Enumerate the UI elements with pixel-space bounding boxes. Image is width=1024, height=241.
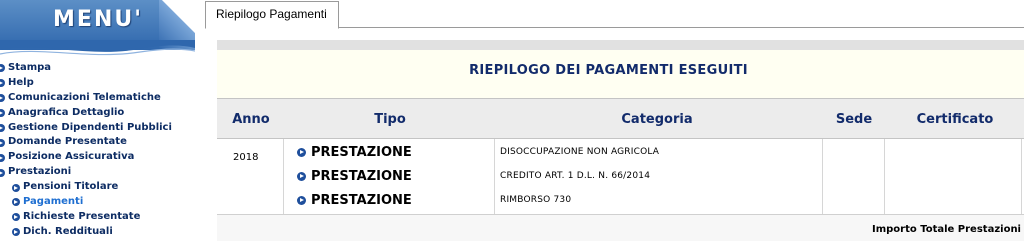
cell-categoria: CREDITO ART. 1 D.L. N. 66/2014 bbox=[500, 171, 651, 181]
column-header-certificato: Certificato bbox=[916, 112, 994, 127]
chevron-right-icon bbox=[0, 64, 5, 73]
main-content: RIEPILOGO DEI PAGAMENTI ESEGUITI Anno Ti… bbox=[205, 28, 1024, 241]
table-footer: Importo Totale Prestazioni bbox=[217, 214, 1024, 241]
cell-anno: 2018 bbox=[233, 152, 259, 163]
menu-item-pensioni-titolare[interactable]: Pensioni Titolare bbox=[0, 180, 172, 195]
cell-categoria: RIMBORSO 730 bbox=[500, 195, 572, 205]
column-header-tipo: Tipo bbox=[374, 112, 406, 127]
menu-item-label: Richieste Presentate bbox=[23, 210, 141, 222]
payments-table: Anno Tipo Categoria Sede Certificato 201… bbox=[217, 98, 1024, 241]
menu-item-posizione-assicurativa[interactable]: Posizione Assicurativa bbox=[0, 150, 172, 165]
sidebar: MENU' Stampa Help Comunicazioni Telemati… bbox=[0, 0, 195, 241]
menu-item-label: Comunicazioni Telematiche bbox=[8, 91, 161, 103]
chevron-right-icon bbox=[0, 124, 5, 132]
menu-item-comunicazioni-telematiche[interactable]: Comunicazioni Telematiche bbox=[0, 91, 172, 106]
column-header-categoria: Categoria bbox=[621, 112, 693, 127]
chevron-right-icon bbox=[12, 228, 20, 237]
menu-item-help[interactable]: Help bbox=[0, 76, 172, 91]
column-header-anno: Anno bbox=[232, 112, 270, 127]
prestazione-link[interactable]: PRESTAZIONE bbox=[297, 190, 412, 210]
chevron-right-icon bbox=[0, 94, 5, 103]
prestazione-link[interactable]: PRESTAZIONE bbox=[297, 166, 412, 186]
tab-riepilogo-pagamenti[interactable]: Riepilogo Pagamenti bbox=[205, 1, 339, 29]
menu-item-dich-reddituali[interactable]: Dich. Reddituali bbox=[0, 225, 172, 240]
column-divider bbox=[884, 139, 885, 214]
menu-item-label: Pagamenti bbox=[23, 196, 84, 208]
cell-tipo: PRESTAZIONE bbox=[311, 168, 412, 184]
menu-title: MENU' bbox=[53, 7, 143, 32]
menu-item-pagamenti[interactable]: Pagamenti bbox=[0, 195, 172, 210]
menu-item-label: Pensioni Titolare bbox=[23, 181, 119, 193]
menu-item-anagrafica-dettaglio[interactable]: Anagrafica Dettaglio bbox=[0, 106, 172, 121]
menu-wave-decoration bbox=[0, 40, 195, 56]
page-title: RIEPILOGO DEI PAGAMENTI ESEGUITI bbox=[469, 63, 748, 78]
menu-item-label: Stampa bbox=[8, 62, 52, 73]
menu-item-label: Dich. Reddituali bbox=[23, 225, 113, 237]
menu-item-richieste-presentate[interactable]: Richieste Presentate bbox=[0, 210, 172, 225]
menu-item-label: Domande Presentate bbox=[8, 136, 127, 148]
cell-tipo: PRESTAZIONE bbox=[311, 192, 412, 208]
tab-bar: Riepilogo Pagamenti bbox=[205, 0, 1024, 29]
menu-item-label: Anagrafica Dettaglio bbox=[8, 106, 125, 118]
menu-item-label: Posizione Assicurativa bbox=[8, 151, 135, 163]
menu-item-label: Prestazioni bbox=[8, 166, 72, 178]
chevron-right-icon bbox=[0, 109, 5, 118]
chevron-right-icon bbox=[0, 79, 5, 88]
cell-categoria: DISOCCUPAZIONE NON AGRICOLA bbox=[500, 147, 660, 157]
chevron-right-icon bbox=[12, 198, 20, 207]
column-divider bbox=[283, 139, 284, 214]
chevron-right-icon bbox=[12, 213, 20, 222]
cell-tipo: PRESTAZIONE bbox=[311, 144, 412, 160]
menu-item-label: Gestione Dipendenti Pubblici bbox=[8, 121, 172, 133]
chevron-right-icon bbox=[12, 183, 20, 192]
menu-item-prestazioni[interactable]: Prestazioni bbox=[0, 165, 172, 180]
menu-item-label: Help bbox=[8, 76, 34, 88]
chevron-right-icon bbox=[297, 195, 306, 205]
chevron-right-icon bbox=[297, 147, 306, 157]
column-header-sede: Sede bbox=[835, 112, 873, 127]
total-label: Importo Totale Prestazioni bbox=[871, 224, 1021, 235]
column-divider bbox=[822, 139, 823, 214]
table-body: 2018 PRESTAZIONE DISOCCUPAZIONE NON AGRI… bbox=[217, 139, 1024, 214]
chevron-right-icon bbox=[297, 171, 306, 181]
menu-list: Stampa Help Comunicazioni Telematiche An… bbox=[0, 61, 172, 240]
menu-item-domande-presentate[interactable]: Domande Presentate bbox=[0, 135, 172, 150]
table-header: Anno Tipo Categoria Sede Certificato bbox=[217, 98, 1024, 139]
chevron-right-icon bbox=[0, 138, 5, 147]
column-divider bbox=[494, 139, 495, 214]
prestazione-link[interactable]: PRESTAZIONE bbox=[297, 142, 412, 162]
chevron-right-icon bbox=[0, 153, 5, 162]
menu-item-stampa[interactable]: Stampa bbox=[0, 61, 172, 76]
section-divider bbox=[217, 40, 1024, 50]
chevron-right-icon bbox=[0, 168, 5, 177]
column-divider bbox=[1021, 139, 1022, 214]
menu-item-gestione-dipendenti-pubblici[interactable]: Gestione Dipendenti Pubblici bbox=[0, 121, 172, 136]
